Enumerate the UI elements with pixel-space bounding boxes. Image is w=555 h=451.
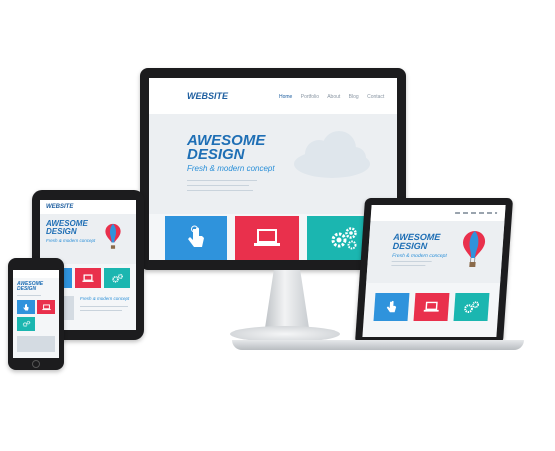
- nav-portfolio[interactable]: Portfolio: [301, 94, 319, 100]
- desktop-header: WEBSITE Home Portfolio About Blog Contac…: [149, 78, 397, 114]
- laptop-screen: AWESOME DESIGN Fresh & modern concept: [362, 205, 506, 337]
- desktop-nav: Home Portfolio About Blog Contact: [279, 94, 391, 100]
- phone-home-button[interactable]: [32, 360, 40, 368]
- desktop-brand-logo: WEBSITE: [187, 91, 229, 101]
- nav-blog[interactable]: Blog: [349, 94, 359, 100]
- laptop-nav-dots: [454, 212, 498, 214]
- laptop-headline: AWESOME DESIGN: [392, 232, 441, 251]
- gears-icon: [22, 320, 30, 327]
- hot-air-balloon-icon: [104, 222, 122, 257]
- hand-touch-icon: [23, 303, 29, 310]
- gears-icon: [111, 273, 123, 283]
- cloud-icon: [287, 126, 377, 191]
- desktop-hero: AWESOME DESIGN Fresh & modern concept: [149, 114, 397, 214]
- gears-icon: [464, 300, 480, 313]
- phone-screen: AWESOME DESIGN: [13, 270, 59, 358]
- nav-contact[interactable]: Contact: [367, 94, 384, 100]
- laptop-tagline: Fresh & modern concept: [391, 253, 448, 259]
- laptop-tile-touch[interactable]: [373, 293, 410, 321]
- desktop-tile-touch[interactable]: [165, 216, 227, 260]
- desktop-tagline: Fresh & modern concept: [187, 164, 275, 173]
- phone-tile-gears[interactable]: [17, 317, 35, 331]
- tablet-headline: AWESOME DESIGN: [46, 219, 88, 236]
- laptop-icon: [254, 229, 280, 246]
- laptop-icon: [82, 273, 94, 282]
- phone: AWESOME DESIGN: [8, 258, 64, 370]
- tablet-bottom-tagline: Fresh & modern concept: [80, 296, 130, 301]
- hand-touch-icon: [188, 225, 204, 247]
- monitor-stand-neck: [265, 270, 309, 328]
- laptop-lid: AWESOME DESIGN Fresh & modern concept: [354, 198, 514, 344]
- laptop-tile-gears[interactable]: [453, 293, 490, 321]
- gears-icon: [331, 227, 357, 250]
- nav-home[interactable]: Home: [279, 94, 292, 100]
- laptop-icon: [423, 301, 439, 312]
- phone-headline: AWESOME DESIGN: [17, 281, 44, 292]
- phone-thumbnail: [17, 336, 55, 352]
- tablet-tagline: Fresh & modern concept: [46, 238, 96, 243]
- desktop-headline: AWESOME DESIGN: [187, 132, 266, 164]
- laptop-icon: [41, 303, 51, 310]
- phone-tile-touch[interactable]: [17, 300, 35, 314]
- tablet-tile-gears[interactable]: [104, 268, 130, 288]
- tablet-tile-laptop[interactable]: [75, 268, 101, 288]
- phone-tile-laptop[interactable]: [37, 300, 55, 314]
- hand-touch-icon: [386, 300, 397, 313]
- nav-about[interactable]: About: [327, 94, 340, 100]
- desktop-screen: WEBSITE Home Portfolio About Blog Contac…: [149, 78, 397, 260]
- desktop-tile-laptop[interactable]: [235, 216, 299, 260]
- laptop-tile-laptop[interactable]: [413, 293, 450, 321]
- tablet-brand-logo: WEBSITE: [46, 204, 74, 210]
- hot-air-balloon-icon: [459, 229, 488, 276]
- laptop-base: [232, 340, 524, 350]
